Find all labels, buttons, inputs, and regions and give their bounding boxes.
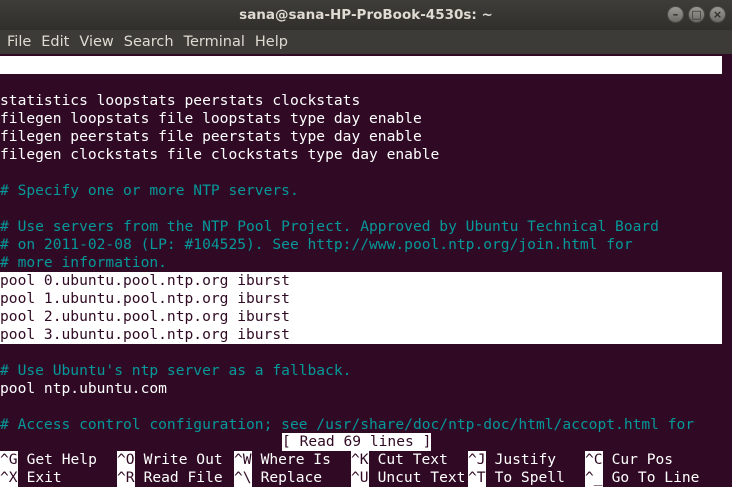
shortcut-key: ^G bbox=[0, 451, 18, 469]
editor-line[interactable] bbox=[0, 74, 722, 92]
menu-edit[interactable]: Edit bbox=[37, 34, 75, 50]
shortcut-label: Cut Text bbox=[377, 451, 448, 468]
shortcut-justify[interactable]: ^J Justify bbox=[468, 451, 585, 469]
shortcut-label: To Spell bbox=[494, 469, 565, 486]
editor-line[interactable]: filegen peerstats file peerstats type da… bbox=[0, 128, 722, 146]
shortcut-label: Exit bbox=[26, 469, 62, 486]
status-message: [ Read 69 lines ] bbox=[282, 433, 432, 451]
shortcut-exit[interactable]: ^X Exit bbox=[0, 469, 117, 487]
shortcut-replace[interactable]: ^\ Replace bbox=[234, 469, 351, 487]
editor-line-comment[interactable]: # Use Ubuntu's ntp server as a fallback. bbox=[0, 362, 722, 380]
editor-line[interactable]: filegen loopstats file loopstats type da… bbox=[0, 110, 722, 128]
menu-help[interactable]: Help bbox=[251, 34, 294, 50]
menu-view[interactable]: View bbox=[75, 34, 119, 50]
shortcut-key: ^W bbox=[234, 451, 252, 469]
editor-line[interactable] bbox=[0, 164, 722, 182]
editor-line[interactable] bbox=[0, 200, 722, 218]
terminal-area[interactable]: GNU nano 2.9.3/etc/ntp.conf statistics l… bbox=[0, 54, 732, 487]
shortcut-uncut-text[interactable]: ^U Uncut Text bbox=[351, 469, 468, 487]
editor-line-selected[interactable]: pool 3.ubuntu.pool.ntp.org iburst bbox=[0, 326, 722, 344]
shortcut-to-spell[interactable]: ^T To Spell bbox=[468, 469, 585, 487]
shortcut-label: Go To Line bbox=[611, 469, 700, 486]
close-icon[interactable]: × bbox=[709, 6, 726, 23]
shortcut-key: ^X bbox=[0, 469, 18, 487]
shortcut-label: Where Is bbox=[260, 451, 331, 468]
editor-line-selected[interactable]: pool 0.ubuntu.pool.ntp.org iburst bbox=[0, 272, 722, 290]
menu-file[interactable]: File bbox=[3, 34, 37, 50]
shortcut-key: ^C bbox=[585, 451, 603, 469]
editor-line-comment[interactable]: # on 2011-02-08 (LP: #104525). See http:… bbox=[0, 236, 722, 254]
editor-line-comment[interactable]: # Specify one or more NTP servers. bbox=[0, 182, 722, 200]
shortcut-label: Read File bbox=[143, 469, 223, 486]
shortcut-label: Replace bbox=[260, 469, 323, 486]
menubar: File Edit View Search Terminal Help bbox=[0, 30, 732, 54]
shortcut-bar-1: ^G Get Help ^O Write Out ^W Where Is ^K Cut … bbox=[0, 451, 702, 469]
nano-header: GNU nano 2.9.3/etc/ntp.conf bbox=[0, 56, 722, 91]
shortcut-label: Justify bbox=[494, 451, 557, 468]
shortcut-key: ^\ bbox=[234, 469, 252, 487]
shortcut-read-file[interactable]: ^R Read File bbox=[117, 469, 234, 487]
shortcut-label: Uncut Text bbox=[377, 469, 466, 486]
shortcut-cur-pos[interactable]: ^C Cur Pos bbox=[585, 451, 702, 469]
editor-line[interactable] bbox=[0, 398, 722, 416]
shortcut-label: Cur Pos bbox=[611, 451, 674, 468]
window-title: sana@sana-HP-ProBook-4530s: ~ bbox=[239, 7, 493, 23]
shortcut-go-to-line[interactable]: ^_ Go To Line bbox=[585, 469, 702, 487]
editor-line[interactable] bbox=[0, 344, 722, 362]
editor-line[interactable]: statistics loopstats peerstats clockstat… bbox=[0, 92, 722, 110]
editor-line-comment[interactable]: # more information. bbox=[0, 254, 722, 272]
shortcut-key: ^K bbox=[351, 451, 369, 469]
shortcut-key: ^U bbox=[351, 469, 369, 487]
editor-line[interactable]: pool ntp.ubuntu.com bbox=[0, 380, 722, 398]
shortcut-label: Get Help bbox=[26, 451, 97, 468]
shortcut-key: ^T bbox=[468, 469, 486, 487]
window-controls: – □ × bbox=[667, 6, 726, 23]
editor-line[interactable]: filegen clockstats file clockstats type … bbox=[0, 146, 722, 164]
shortcut-cut-text[interactable]: ^K Cut Text bbox=[351, 451, 468, 469]
shortcut-bar-2: ^X Exit ^R Read File ^\ Replace ^U Uncut Tex… bbox=[0, 469, 702, 487]
maximize-icon[interactable]: □ bbox=[688, 6, 705, 23]
shortcut-write-out[interactable]: ^O Write Out bbox=[117, 451, 234, 469]
menu-terminal[interactable]: Terminal bbox=[180, 34, 251, 50]
shortcut-key: ^J bbox=[468, 451, 486, 469]
editor-line-selected[interactable]: pool 1.ubuntu.pool.ntp.org iburst bbox=[0, 290, 722, 308]
minimize-icon[interactable]: – bbox=[667, 6, 684, 23]
window-titlebar: sana@sana-HP-ProBook-4530s: ~ – □ × bbox=[0, 0, 732, 30]
shortcut-get-help[interactable]: ^G Get Help bbox=[0, 451, 117, 469]
shortcut-key: ^O bbox=[117, 451, 135, 469]
shortcut-label: Write Out bbox=[143, 451, 223, 468]
shortcut-key: ^R bbox=[117, 469, 135, 487]
editor-line-selected[interactable]: pool 2.ubuntu.pool.ntp.org iburst bbox=[0, 308, 722, 326]
menu-search[interactable]: Search bbox=[120, 34, 180, 50]
editor-line-comment[interactable]: # Access control configuration; see /usr… bbox=[0, 416, 722, 434]
shortcut-where-is[interactable]: ^W Where Is bbox=[234, 451, 351, 469]
editor-line-comment[interactable]: # Use servers from the NTP Pool Project.… bbox=[0, 218, 722, 236]
shortcut-key: ^_ bbox=[585, 469, 603, 487]
